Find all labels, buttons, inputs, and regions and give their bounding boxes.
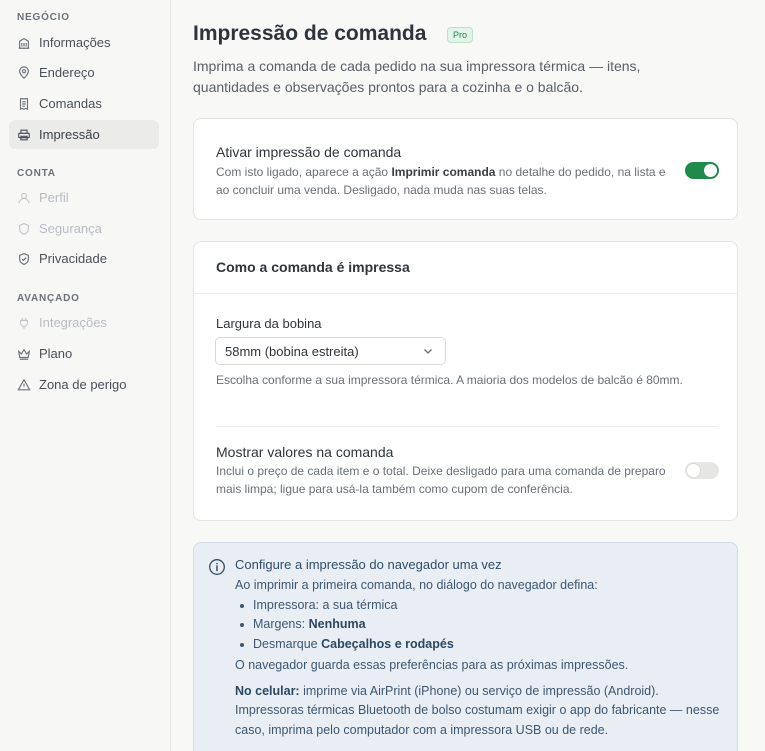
sidebar-item-label: Endereço	[39, 65, 95, 80]
info-body: Ao imprimir a primeira comanda, no diálo…	[235, 576, 725, 740]
plug-icon	[17, 316, 31, 330]
info-note: O navegador guarda essas preferências pa…	[235, 658, 629, 672]
enable-print-toggle[interactable]	[685, 162, 719, 179]
sidebar-item-label: Privacidade	[39, 251, 107, 266]
sidebar-item-comandas[interactable]: Comandas	[9, 89, 159, 118]
sidebar-item-informacoes[interactable]: Informações	[9, 28, 159, 57]
map-pin-icon	[17, 65, 31, 80]
enable-print-description: Com isto ligado, aparece a ação Imprimir…	[216, 165, 666, 197]
sidebar-item-zona-de-perigo[interactable]: Zona de perigo	[9, 370, 159, 399]
info-title: Configure a impressão do navegador uma v…	[235, 557, 502, 572]
show-values-title: Mostrar valores na comanda	[216, 444, 394, 460]
sidebar-item-perfil: Perfil	[9, 183, 159, 212]
main-content: Impressão de comanda Pro Imprima a coman…	[171, 0, 765, 751]
info-icon	[209, 559, 225, 575]
sidebar-item-privacidade[interactable]: Privacidade	[9, 244, 159, 273]
sidebar-item-integracoes: Integrações	[9, 308, 159, 337]
shield-check-icon	[17, 252, 31, 266]
paper-width-label: Largura da bobina	[216, 316, 322, 331]
enable-print-card: Ativar impressão de comanda Com isto lig…	[193, 118, 738, 220]
print-settings-title: Como a comanda é impressa	[216, 259, 410, 275]
paper-width-help: Escolha conforme a sua impressora térmic…	[216, 373, 683, 387]
show-values-toggle[interactable]	[685, 462, 719, 479]
toggle-knob	[704, 164, 717, 177]
info-mobile-note: No celular: imprime via AirPrint (iPhone…	[235, 683, 720, 737]
warning-triangle-icon	[17, 378, 31, 392]
paper-width-value: 58mm (bobina estreita)	[225, 343, 359, 359]
sidebar-item-seguranca: Segurança	[9, 214, 159, 243]
show-values-description: Inclui o preço de cada item e o total. D…	[216, 464, 666, 496]
page-subtitle: Imprima a comanda de cada pedido na sua …	[193, 58, 641, 95]
info-intro: Ao imprimir a primeira comanda, no diálo…	[235, 578, 598, 592]
section-label-negocio: NEGÓCIO	[17, 12, 70, 23]
sidebar-item-label: Segurança	[39, 221, 102, 236]
printer-icon	[17, 128, 31, 142]
sidebar-item-label: Impressão	[39, 127, 100, 142]
sidebar-item-impressao[interactable]: Impressão	[9, 120, 159, 149]
enable-print-title: Ativar impressão de comanda	[216, 144, 402, 160]
card-header-divider	[194, 293, 737, 294]
list-item: Impressora: a sua térmica	[235, 596, 725, 616]
receipt-icon	[17, 97, 31, 111]
print-settings-card: Como a comanda é impressa Largura da bob…	[193, 241, 738, 521]
sidebar-item-label: Informações	[39, 35, 111, 50]
user-icon	[17, 191, 31, 205]
list-item: Desmarque Cabeçalhos e rodapés	[235, 635, 725, 655]
info-list: Impressora: a sua térmica Margens: Nenhu…	[235, 596, 725, 655]
list-item: Margens: Nenhuma	[235, 615, 725, 635]
section-label-conta: CONTA	[17, 168, 56, 179]
building-icon	[17, 36, 31, 50]
sidebar-item-plano[interactable]: Plano	[9, 339, 159, 368]
sidebar-item-endereco[interactable]: Endereço	[9, 58, 159, 87]
chevron-down-icon	[424, 349, 432, 354]
section-divider	[216, 426, 717, 427]
sidebar-item-label: Integrações	[39, 315, 107, 330]
sidebar-item-label: Plano	[39, 346, 73, 361]
crown-icon	[17, 347, 31, 361]
paper-width-select[interactable]: 58mm (bobina estreita)	[215, 337, 446, 365]
sidebar-item-label: Zona de perigo	[39, 377, 127, 392]
browser-print-info-box: Configure a impressão do navegador uma v…	[193, 542, 738, 751]
shield-icon	[17, 222, 31, 236]
settings-sidebar: NEGÓCIO Informações Endereço Comandas Im…	[0, 0, 171, 751]
toggle-knob	[687, 464, 700, 477]
pro-badge: Pro	[447, 27, 474, 43]
sidebar-item-label: Perfil	[39, 190, 69, 205]
page-title: Impressão de comanda	[193, 22, 427, 45]
section-label-avancado: AVANÇADO	[17, 293, 80, 304]
sidebar-item-label: Comandas	[39, 96, 102, 111]
